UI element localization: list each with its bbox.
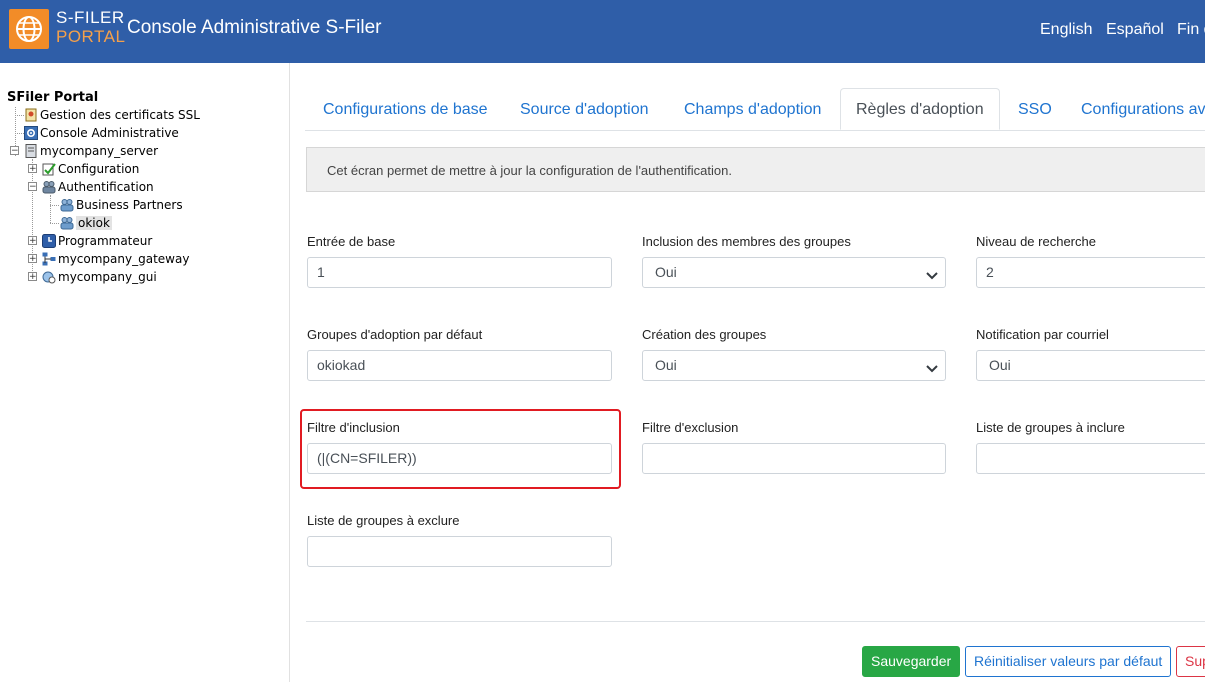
users-group-icon <box>60 198 74 212</box>
tree-connector <box>50 195 51 223</box>
tree-item-label: Authentification <box>58 180 154 194</box>
entree-base-label: Entrée de base <box>307 234 396 249</box>
filtre-exclusion-label: Filtre d'exclusion <box>642 420 739 435</box>
groupes-inclure-input[interactable] <box>976 443 1205 474</box>
tree-item-admin-console[interactable]: Console Administrative <box>24 125 179 141</box>
tree-item-authentification[interactable]: Authentification <box>42 179 154 195</box>
tree-item-mycompany-gateway[interactable]: mycompany_gateway <box>42 251 189 267</box>
notification-select[interactable]: Oui <box>976 350 1205 381</box>
logo-line2: PORTAL <box>56 27 126 46</box>
filtre-exclusion-input[interactable] <box>642 443 946 474</box>
reset-defaults-button[interactable]: Réinitialiser valeurs par défaut <box>965 646 1172 677</box>
tree-item-label: Gestion des certificats SSL <box>40 108 200 122</box>
chevron-down-icon <box>925 264 939 293</box>
info-message: Cet écran permet de mettre à jour la con… <box>306 147 1205 192</box>
expand-toggle-icon[interactable]: + <box>28 272 37 282</box>
groupes-defaut-label: Groupes d'adoption par défaut <box>307 327 483 342</box>
niveau-recherche-label: Niveau de recherche <box>976 234 1096 249</box>
tree-connector <box>15 133 24 134</box>
groupes-exclure-label: Liste de groupes à exclure <box>307 513 460 528</box>
logo-line1: S-FILER <box>56 8 125 27</box>
tab-configurations-avancees[interactable]: Configurations av <box>1081 88 1205 130</box>
inclusion-membres-label: Inclusion des membres des groupes <box>642 234 851 249</box>
users-group-icon <box>60 216 74 230</box>
clock-icon <box>42 234 56 248</box>
navigation-tree: SFiler Portal Gestion des certificats SS… <box>0 63 290 682</box>
tab-regles-adoption[interactable]: Règles d'adoption <box>840 88 1000 130</box>
tree-item-label: Programmateur <box>58 234 153 248</box>
tree-connector <box>15 115 24 116</box>
footer-divider <box>306 621 1205 622</box>
chevron-down-icon <box>925 357 939 386</box>
niveau-recherche-input[interactable]: 2 <box>976 257 1205 288</box>
tree-item-business-partners[interactable]: Business Partners <box>60 197 183 213</box>
tab-champs-adoption[interactable]: Champs d'adoption <box>684 88 821 130</box>
checklist-icon <box>42 162 56 176</box>
tree-item-label: Business Partners <box>76 198 183 212</box>
tree-item-label: mycompany_server <box>40 144 159 158</box>
network-icon <box>42 252 56 266</box>
filtre-inclusion-input[interactable]: (|(CN=SFILER)) <box>307 443 612 474</box>
users-group-icon <box>42 180 56 194</box>
server-icon <box>24 144 38 158</box>
filtre-inclusion-label: Filtre d'inclusion <box>307 420 400 435</box>
tab-source-adoption[interactable]: Source d'adoption <box>520 88 648 130</box>
entree-base-input[interactable]: 1 <box>307 257 612 288</box>
notification-label: Notification par courriel <box>976 327 1109 342</box>
tree-item-label: Configuration <box>58 162 140 176</box>
collapse-toggle-icon[interactable]: − <box>28 182 37 192</box>
app-title: Console Administrative S-Filer <box>127 17 382 38</box>
tree-item-mycompany-gui[interactable]: mycompany_gui <box>42 269 157 285</box>
groupes-inclure-label: Liste de groupes à inclure <box>976 420 1125 435</box>
collapse-toggle-icon[interactable]: − <box>10 146 19 156</box>
certificate-icon <box>24 108 38 122</box>
globe-logo-icon <box>9 9 49 49</box>
tree-item-mycompany-server[interactable]: mycompany_server <box>24 143 158 159</box>
tree-connector <box>50 205 59 206</box>
select-value: Oui <box>655 264 677 280</box>
tree-item-label: mycompany_gateway <box>58 252 190 266</box>
language-english-link[interactable]: English <box>1040 21 1092 39</box>
gui-globe-icon <box>42 270 56 284</box>
tree-item-okiok[interactable]: okiok <box>60 215 112 231</box>
tree-item-configuration[interactable]: Configuration <box>42 161 139 177</box>
top-header: S-FILER PORTAL Console Administrative S-… <box>0 0 1205 63</box>
expand-toggle-icon[interactable]: + <box>28 254 37 264</box>
select-value: Oui <box>655 357 677 373</box>
settings-tabs: Configurations de base Source d'adoption… <box>305 88 1205 131</box>
select-value: Oui <box>989 357 1011 373</box>
logo-text: S-FILER PORTAL <box>56 8 126 46</box>
tree-item-label: okiok <box>76 216 112 230</box>
tree-item-ssl-certificates[interactable]: Gestion des certificats SSL <box>24 107 200 123</box>
gear-icon <box>24 126 38 140</box>
tab-configurations-de-base[interactable]: Configurations de base <box>323 88 488 130</box>
tree-connector <box>50 223 59 224</box>
language-espanol-link[interactable]: Español <box>1106 21 1164 39</box>
save-button[interactable]: Sauvegarder <box>862 646 961 677</box>
expand-toggle-icon[interactable]: + <box>28 236 37 246</box>
tree-item-label: Console Administrative <box>40 126 179 140</box>
groupes-defaut-input[interactable]: okiokad <box>307 350 612 381</box>
groupes-exclure-input[interactable] <box>307 536 612 567</box>
logout-link[interactable]: Fin d <box>1177 21 1205 39</box>
tree-item-programmateur[interactable]: Programmateur <box>42 233 152 249</box>
delete-button[interactable]: Supprimer <box>1176 646 1205 677</box>
expand-toggle-icon[interactable]: + <box>28 164 37 174</box>
inclusion-membres-select[interactable]: Oui <box>642 257 946 288</box>
creation-groupes-select[interactable]: Oui <box>642 350 946 381</box>
tree-root-label: SFiler Portal <box>7 90 99 105</box>
tree-item-label: mycompany_gui <box>58 270 157 284</box>
tab-sso[interactable]: SSO <box>1018 88 1052 130</box>
creation-groupes-label: Création des groupes <box>642 327 767 342</box>
